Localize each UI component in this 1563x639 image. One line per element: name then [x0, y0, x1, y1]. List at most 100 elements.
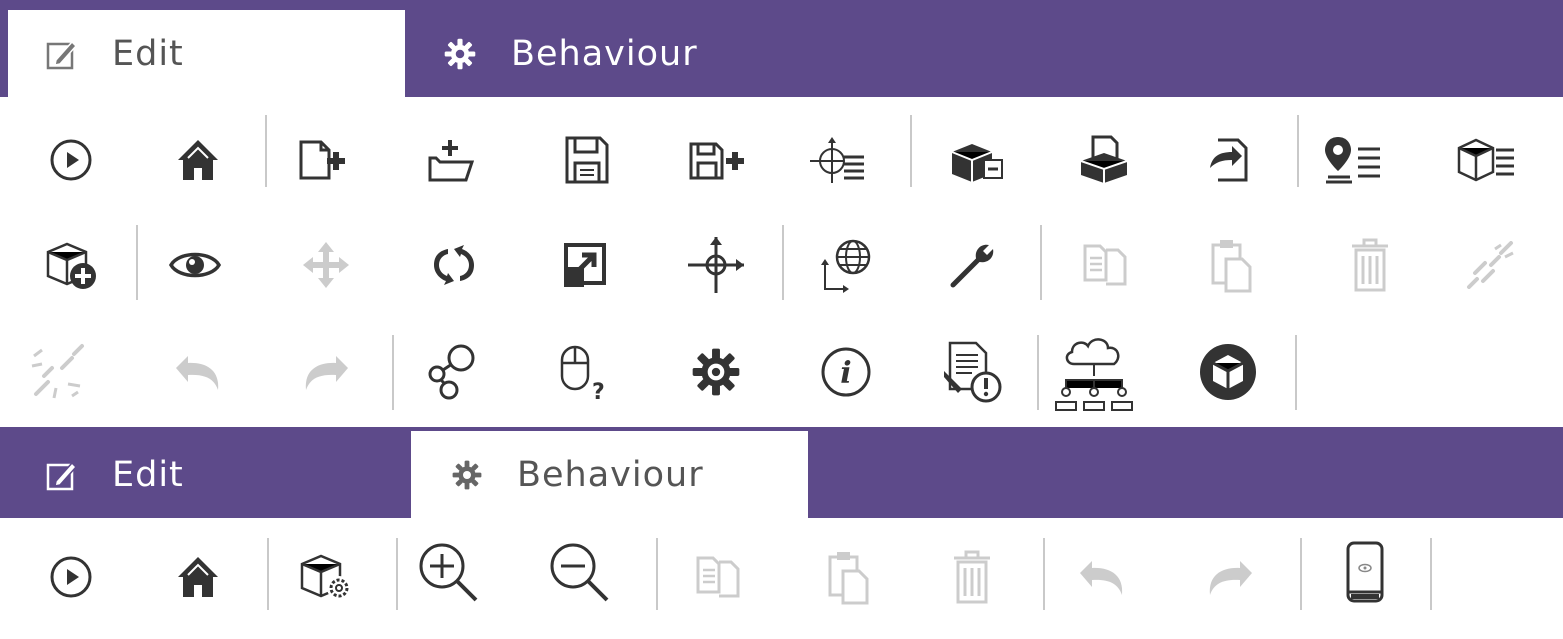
- zoom-out-button[interactable]: [547, 540, 611, 604]
- copy-icon: [1082, 242, 1128, 288]
- toolbar-separator: [136, 225, 138, 300]
- toolbar-separator: [1037, 335, 1039, 410]
- settings-icon: [691, 347, 741, 397]
- cube-button[interactable]: [1196, 340, 1260, 404]
- copy-button[interactable]: [1073, 233, 1137, 297]
- redo-button[interactable]: [1198, 545, 1262, 609]
- unlink-icon: [28, 342, 88, 402]
- redo-icon: [1206, 557, 1254, 597]
- play-icon: [49, 555, 93, 599]
- model-list-button[interactable]: [1454, 128, 1518, 192]
- save-as-button[interactable]: [686, 128, 750, 192]
- scale-button[interactable]: [552, 233, 616, 297]
- toolbar-separator: [1300, 538, 1302, 610]
- new-file-icon: [297, 138, 347, 182]
- view-button[interactable]: [163, 233, 227, 297]
- unlink-button[interactable]: [26, 340, 90, 404]
- move-icon: [301, 240, 351, 290]
- rotate-button[interactable]: [422, 233, 486, 297]
- toolbar-separator: [656, 538, 658, 610]
- toolbar-separator: [1297, 115, 1299, 187]
- share-button[interactable]: [421, 340, 485, 404]
- zoom-out-icon: [547, 540, 611, 604]
- redo-button[interactable]: [294, 340, 358, 404]
- paste-icon: [1210, 237, 1254, 293]
- paste-button[interactable]: [817, 545, 881, 609]
- tab-label: Behaviour: [511, 33, 698, 74]
- open-folder-button[interactable]: [418, 128, 482, 192]
- tab-edit[interactable]: Edit: [8, 10, 405, 97]
- home-icon: [174, 136, 222, 184]
- info-button[interactable]: i: [814, 340, 878, 404]
- eye-icon: [169, 247, 221, 283]
- toolbar-separator: [782, 225, 784, 300]
- undo-button[interactable]: [166, 340, 230, 404]
- undo-icon: [1078, 557, 1126, 597]
- copy-button[interactable]: [686, 545, 750, 609]
- add-model-icon: [45, 240, 97, 290]
- new-file-button[interactable]: [290, 128, 354, 192]
- play-button[interactable]: [39, 128, 103, 192]
- mouse-help-button[interactable]: ?: [552, 340, 616, 404]
- toolbar-separator: [1040, 225, 1042, 300]
- trash-icon: [952, 550, 992, 604]
- cloud-hierarchy-icon: [1052, 332, 1138, 412]
- remove-package-button[interactable]: [944, 128, 1008, 192]
- paste-icon: [827, 549, 871, 605]
- undo-icon: [174, 352, 222, 392]
- top-tab-bar: Edit Behaviour: [0, 0, 1563, 97]
- location-list-button[interactable]: [1320, 128, 1384, 192]
- save-as-icon: [688, 138, 748, 182]
- edit-icon: [46, 38, 78, 70]
- model-list-icon: [1456, 136, 1516, 184]
- copy-icon: [695, 554, 741, 600]
- toolbar-separator: [910, 115, 912, 187]
- tab-behaviour[interactable]: Behaviour: [411, 431, 808, 518]
- add-model-button[interactable]: [39, 233, 103, 297]
- home-button[interactable]: [166, 545, 230, 609]
- zoom-in-button[interactable]: [416, 540, 480, 604]
- paste-button[interactable]: [1200, 233, 1264, 297]
- move-button[interactable]: [294, 233, 358, 297]
- model-settings-icon: [299, 552, 353, 602]
- transform-axis-button[interactable]: [684, 233, 748, 297]
- link-button[interactable]: [1458, 233, 1522, 297]
- device-button[interactable]: [1333, 540, 1397, 604]
- import-package-button[interactable]: [1072, 128, 1136, 192]
- delete-button[interactable]: [940, 545, 1004, 609]
- open-folder-icon: [426, 136, 474, 184]
- play-button[interactable]: [39, 545, 103, 609]
- tab-edit[interactable]: Edit: [8, 431, 411, 518]
- world-coordinates-button[interactable]: [815, 233, 879, 297]
- rotate-icon: [430, 243, 478, 287]
- edit-icon: [46, 459, 78, 491]
- axis-list-icon: [810, 135, 864, 185]
- toolbar-separator: [265, 115, 267, 187]
- info-icon: i: [820, 346, 872, 398]
- location-list-icon: [1322, 135, 1382, 185]
- model-settings-button[interactable]: [294, 545, 358, 609]
- trash-icon: [1350, 238, 1390, 292]
- transform-axis-icon: [686, 235, 746, 295]
- export-button[interactable]: [1196, 128, 1260, 192]
- cube-icon: [1199, 343, 1257, 401]
- export-icon: [1204, 136, 1252, 184]
- save-button[interactable]: [555, 128, 619, 192]
- home-button[interactable]: [166, 128, 230, 192]
- redo-icon: [302, 352, 350, 392]
- bottom-tab-bar: Edit Behaviour: [0, 427, 1563, 518]
- toolbar-separator: [267, 538, 269, 610]
- svg-text:i: i: [840, 356, 851, 391]
- wrench-button[interactable]: [941, 233, 1005, 297]
- share-icon: [427, 344, 479, 400]
- cloud-hierarchy-button[interactable]: [1055, 338, 1133, 411]
- toolbar-separator: [392, 335, 394, 410]
- delete-button[interactable]: [1338, 233, 1402, 297]
- tab-label: Edit: [112, 454, 184, 495]
- report-warning-button[interactable]: [940, 340, 1004, 404]
- tab-behaviour[interactable]: Behaviour: [405, 10, 805, 97]
- settings-button[interactable]: [684, 340, 748, 404]
- axis-list-button[interactable]: [805, 128, 869, 192]
- import-package-icon: [1077, 135, 1131, 185]
- undo-button[interactable]: [1070, 545, 1134, 609]
